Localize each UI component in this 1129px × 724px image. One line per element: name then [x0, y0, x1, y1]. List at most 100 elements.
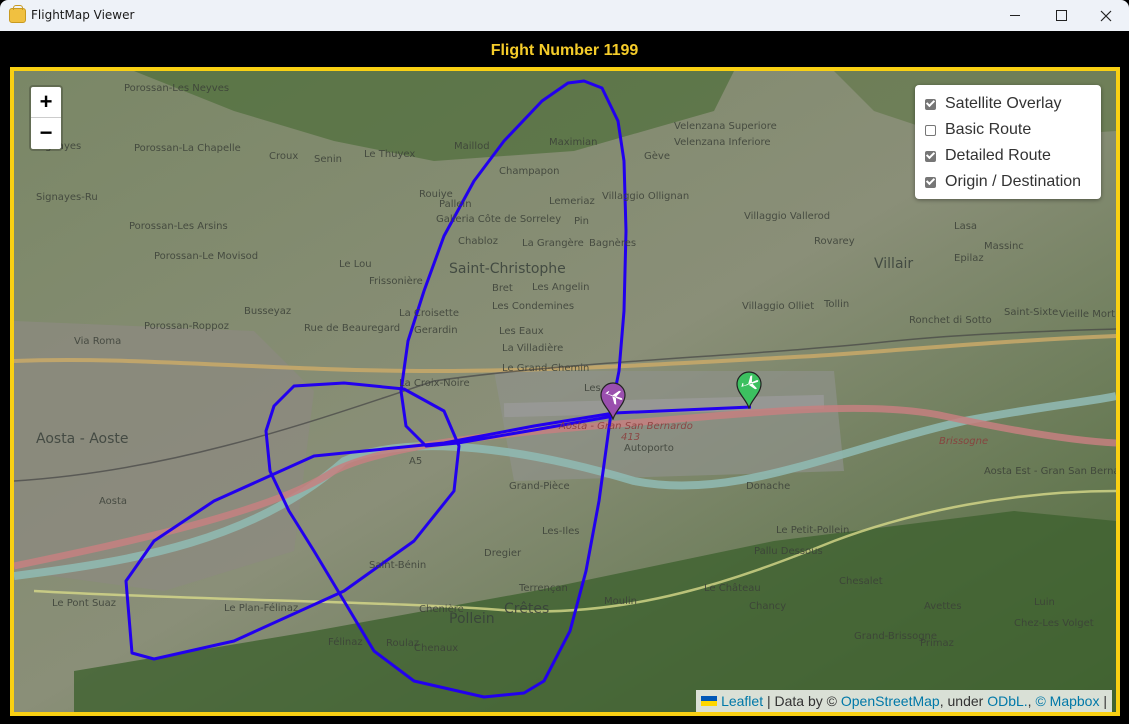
place-label: Aosta Est - Gran San Bernardo Les Îles	[984, 466, 1120, 477]
place-label: Avettes	[924, 601, 962, 612]
place-label: Les Angelin	[532, 282, 590, 293]
layer-origin-destination[interactable]: Origin / Destination	[925, 169, 1101, 195]
place-label: Saint-Christophe	[449, 261, 566, 277]
place-label: La Villadière	[502, 343, 564, 354]
place-label: Porossan-Les Neyves	[124, 83, 230, 94]
leaflet-link[interactable]: Leaflet	[721, 693, 763, 709]
attribution-text: |	[1099, 693, 1107, 709]
layer-label: Detailed Route	[945, 147, 1051, 164]
place-label: Massinc	[984, 241, 1024, 252]
window-title: FlightMap Viewer	[31, 8, 135, 22]
place-label: Félinaz	[328, 637, 363, 648]
app-header: Flight Number 1199	[0, 31, 1129, 68]
place-label: Chancy	[749, 601, 787, 612]
place-label: Gerardin	[414, 325, 458, 336]
place-label: Les-Iles	[542, 526, 580, 537]
satellite-overlay-checkbox[interactable]	[925, 98, 936, 110]
place-label: Dregier	[484, 548, 522, 559]
place-label: Porossan-Roppoz	[144, 321, 229, 332]
origin-marker[interactable]	[736, 371, 762, 410]
place-label: Le Petit-Pollein	[776, 525, 850, 536]
place-label: Le Lou	[339, 259, 372, 270]
zoom-out-button[interactable]: −	[31, 118, 61, 148]
layer-label: Basic Route	[945, 121, 1032, 138]
place-label: Lasa	[954, 221, 978, 232]
openstreetmap-link[interactable]: OpenStreetMap	[841, 693, 940, 709]
place-label: Porossan-La Chapelle	[134, 143, 241, 154]
place-label: Croux	[269, 151, 299, 162]
minimize-button[interactable]	[992, 0, 1038, 31]
layers-control: Satellite Overlay Basic Route Detailed R…	[915, 85, 1101, 199]
place-label: Signayes-Ru	[36, 192, 98, 203]
layer-basic-route[interactable]: Basic Route	[925, 117, 1101, 143]
place-label: Villaggio Vallerod	[744, 211, 831, 222]
place-label: Lemeriaz	[549, 196, 595, 207]
ukraine-flag-icon	[701, 696, 718, 707]
place-label: Terrençan	[519, 583, 568, 594]
place-label: A5	[409, 456, 423, 467]
basic-route-checkbox[interactable]	[925, 124, 936, 136]
place-label: Senin	[314, 154, 342, 165]
place-label: La Croix-Noire	[399, 378, 470, 389]
close-button[interactable]	[1083, 0, 1129, 31]
place-label: Pin	[574, 216, 589, 227]
zoom-in-button[interactable]: +	[31, 87, 61, 118]
layer-detailed-route[interactable]: Detailed Route	[925, 143, 1101, 169]
place-label: Autoporto	[624, 443, 674, 454]
place-label: Pallein	[439, 199, 472, 210]
place-label: Grand-Pièce	[509, 481, 570, 492]
origin-destination-checkbox[interactable]	[925, 176, 936, 188]
place-label: Champapon	[499, 166, 560, 177]
place-label: Ronchet di Sotto	[909, 315, 992, 326]
mapbox-link[interactable]: © Mapbox	[1035, 693, 1099, 709]
place-label: Villair	[874, 256, 914, 272]
place-label: Chenaux	[414, 643, 459, 654]
attribution-text: | Data by ©	[763, 693, 841, 709]
place-label: Donache	[746, 481, 791, 492]
place-label: Tollin	[824, 299, 850, 310]
zoom-control: + −	[29, 85, 63, 151]
layer-label: Satellite Overlay	[945, 95, 1062, 112]
place-label: Rue de Beauregard	[304, 323, 401, 334]
place-label: Galleria Côte de Sorreley	[436, 214, 562, 225]
place-label: Le Thuyex	[364, 149, 416, 160]
destination-pin-icon	[600, 382, 626, 421]
place-label: Luin	[1034, 597, 1055, 608]
minimize-icon	[1010, 15, 1020, 16]
place-label: Aosta	[99, 496, 128, 507]
place-label: Epilaz	[954, 253, 984, 264]
place-label: Villaggio Olliet	[742, 301, 815, 312]
place-label: Bret	[492, 283, 513, 294]
place-label: Brissogne	[939, 436, 989, 447]
place-label: Velenzana Superiore	[674, 121, 777, 132]
layer-label: Origin / Destination	[945, 173, 1082, 190]
close-icon	[1100, 10, 1112, 21]
place-label: Aosta - Gran San Bernardo	[559, 421, 693, 432]
place-label: Le Château	[704, 583, 761, 594]
place-label: Chenière	[419, 604, 464, 615]
layer-satellite-overlay[interactable]: Satellite Overlay	[925, 91, 1101, 117]
place-label: Porossan-Les Arsins	[129, 221, 228, 232]
place-label: Via Roma	[74, 336, 122, 347]
place-label: Busseyaz	[244, 306, 292, 317]
attribution-text: , under	[939, 693, 988, 709]
place-label: Chez-Les Volget	[1014, 618, 1094, 629]
place-label: Saint-Sixte	[1004, 307, 1059, 318]
place-label: Le Plan-Félinaz	[224, 603, 299, 614]
map-container[interactable]: Porossan-Les NeyvesSignayesPorossan-La C…	[10, 67, 1120, 716]
place-label: Les Condemines	[492, 301, 575, 312]
maximize-button[interactable]	[1038, 0, 1084, 31]
place-label: Primaz	[920, 638, 954, 649]
place-label: Frissonière	[369, 276, 423, 287]
place-label: Maillod	[454, 141, 490, 152]
place-label: Chesalet	[839, 576, 883, 587]
detailed-route-checkbox[interactable]	[925, 150, 936, 162]
odbl-link[interactable]: ODbL.	[987, 693, 1027, 709]
place-label: Le Pont Suaz	[52, 598, 117, 609]
place-label: La Croisette	[399, 308, 460, 319]
place-label: Porossan-Le Movisod	[154, 251, 259, 262]
destination-marker[interactable]	[600, 382, 626, 421]
place-label: Maximian	[549, 137, 598, 148]
flight-title: Flight Number 1199	[490, 42, 639, 59]
app-icon	[9, 5, 26, 23]
